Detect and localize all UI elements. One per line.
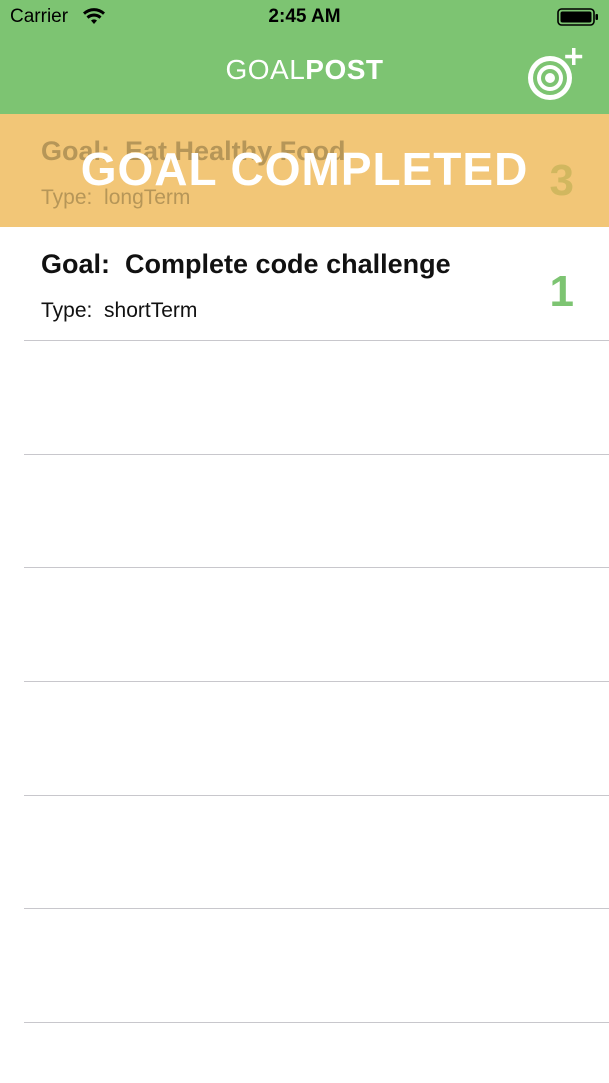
goal-completed-banner: GOAL COMPLETED <box>80 143 529 195</box>
status-time: 2:45 AM <box>268 6 341 27</box>
goal-type-prefix: Type: <box>41 299 93 322</box>
goal-type: Type: shortTerm <box>41 299 197 323</box>
row-separator <box>24 681 609 682</box>
goals-table[interactable]: Goal: Eat Healthy Food Type: longTerm 3 … <box>0 114 609 1083</box>
row-separator <box>24 795 609 796</box>
add-goal-button[interactable] <box>524 46 586 102</box>
goal-progress-count: 1 <box>549 267 574 316</box>
goal-row-completed[interactable]: Goal: Eat Healthy Food Type: longTerm 3 … <box>0 114 609 227</box>
app-title-light: GOAL <box>225 54 306 85</box>
app-title-bold: POST <box>305 54 384 85</box>
goals-screen: Carrier 2:45 AM GOALPOST Goal: Eat Healt… <box>0 0 609 1083</box>
row-separator <box>24 567 609 568</box>
battery-icon <box>557 8 598 26</box>
goal-description-prefix: Goal: <box>41 249 111 279</box>
app-title: GOALPOST <box>0 54 609 86</box>
navigation-bar: Carrier 2:45 AM GOALPOST <box>0 0 609 114</box>
target-plus-icon <box>528 48 583 100</box>
row-separator <box>24 340 609 341</box>
status-bar: Carrier 2:45 AM <box>0 0 609 34</box>
row-separator <box>24 908 609 909</box>
goal-description: Goal: Complete code challenge <box>41 249 451 280</box>
goal-description-text: Complete code challenge <box>125 249 451 279</box>
row-separator <box>24 454 609 455</box>
goal-row[interactable]: Goal: Complete code challenge Type: shor… <box>0 227 609 340</box>
goal-type-value: shortTerm <box>104 299 198 322</box>
row-separator <box>24 1022 609 1023</box>
